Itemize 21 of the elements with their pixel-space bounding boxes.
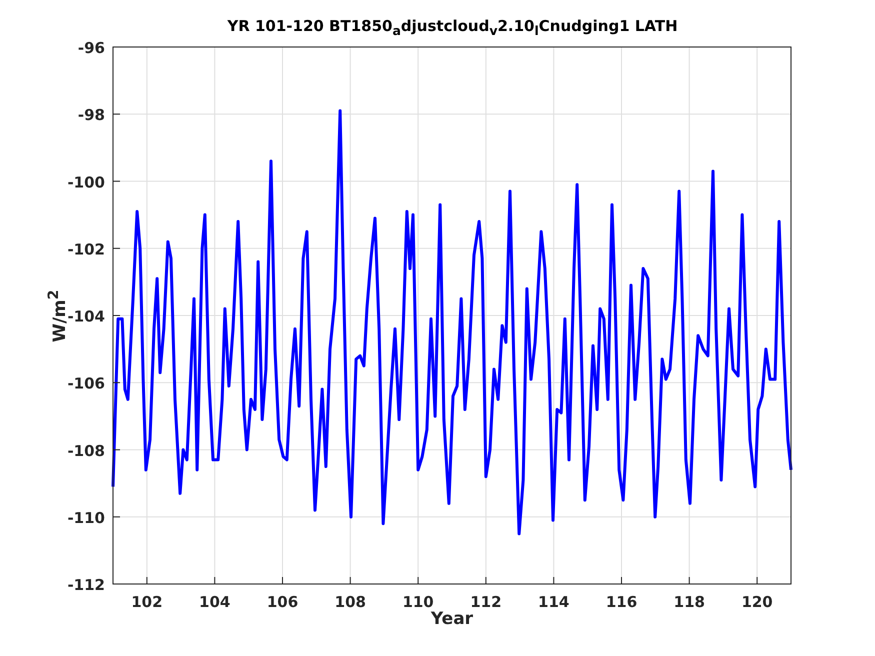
- y-tick-label: -98: [78, 106, 105, 124]
- x-tick-label: 104: [199, 593, 230, 611]
- x-tick-label: 120: [741, 593, 773, 611]
- y-tick-label: -106: [67, 374, 105, 393]
- x-tick-label: 112: [470, 593, 502, 611]
- y-tick-label: -108: [67, 442, 105, 460]
- y-tick-label: -110: [67, 508, 105, 527]
- y-tick-label: -100: [67, 173, 105, 192]
- x-tick-label: 108: [334, 593, 366, 611]
- y-tick-label: -96: [78, 39, 105, 57]
- y-tick-label: -102: [67, 240, 105, 258]
- x-tick-label: 118: [674, 593, 705, 611]
- x-tick-label: 110: [402, 593, 434, 611]
- x-tick-label: 102: [131, 593, 163, 611]
- x-axis-label: Year: [430, 609, 474, 629]
- y-tick-label: -112: [67, 576, 105, 594]
- y-tick-label: -104: [67, 308, 105, 326]
- x-tick-label: 114: [538, 593, 570, 611]
- x-tick-label: 116: [606, 593, 638, 611]
- chart-title: YR 101-120 BT1850$_{a}$djustcloud$_{v}$2.10$_{l}$Cnudging1 LATH: [226, 17, 679, 38]
- x-tick-label: 106: [266, 593, 298, 611]
